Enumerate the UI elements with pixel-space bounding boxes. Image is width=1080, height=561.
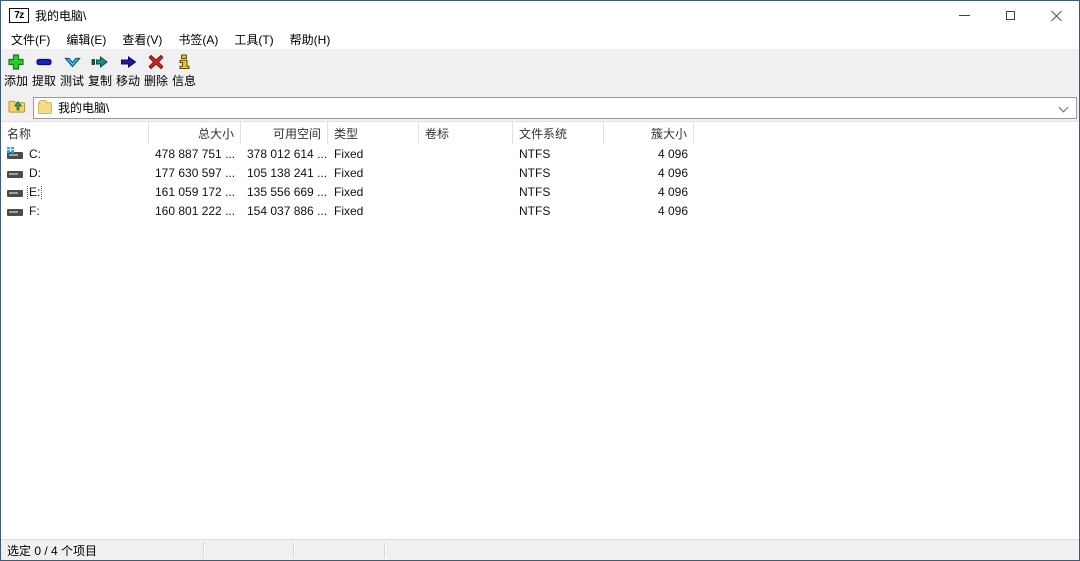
total-size-cell: 160 801 222 ... — [149, 204, 241, 218]
window-title: 我的电脑\ — [35, 7, 86, 24]
info-icon — [175, 54, 193, 70]
column-header-label[interactable]: 卷标 — [419, 122, 513, 144]
folder-up-icon — [8, 98, 26, 117]
minimize-icon — [959, 15, 970, 16]
drive-icon — [7, 204, 24, 217]
drive-label: C: — [29, 147, 41, 161]
menu-help[interactable]: 帮助(H) — [282, 29, 339, 50]
toolbar-label: 测试 — [60, 72, 84, 89]
address-combobox[interactable]: 我的电脑\ — [33, 97, 1077, 119]
menu-edit[interactable]: 编辑(E) — [58, 29, 114, 50]
statusbar-divider — [293, 542, 294, 558]
toolbar-label: 提取 — [32, 72, 56, 89]
type-cell: Fixed — [328, 147, 419, 161]
drive-label-focused: E: — [29, 185, 40, 199]
add-plus-icon — [7, 54, 25, 70]
fs-cell: NTFS — [513, 166, 604, 180]
test-button[interactable]: 测试 — [58, 54, 86, 89]
type-cell: Fixed — [328, 166, 419, 180]
maximize-button[interactable] — [987, 1, 1033, 29]
free-space-cell: 105 138 241 ... — [241, 166, 328, 180]
test-check-icon — [63, 54, 81, 70]
type-cell: Fixed — [328, 204, 419, 218]
address-bar: 我的电脑\ — [1, 94, 1079, 121]
toolbar: 添加 提取 测试 复制 移动 — [1, 49, 1079, 94]
drive-label: D: — [29, 166, 41, 180]
fs-cell: NTFS — [513, 147, 604, 161]
add-button[interactable]: 添加 — [2, 54, 30, 89]
column-header-name[interactable]: 名称 — [1, 122, 149, 144]
fs-cell: NTFS — [513, 204, 604, 218]
system-drive-icon — [7, 147, 24, 160]
move-button[interactable]: 移动 — [114, 54, 142, 89]
toolbar-label: 删除 — [144, 72, 168, 89]
table-row[interactable]: C: 478 887 751 ... 378 012 614 ... Fixed… — [1, 144, 1079, 163]
info-button[interactable]: 信息 — [170, 54, 198, 89]
cluster-cell: 4 096 — [604, 147, 694, 161]
statusbar-divider — [203, 542, 204, 558]
extract-button[interactable]: 提取 — [30, 54, 58, 89]
chevron-down-icon[interactable] — [1060, 104, 1068, 112]
address-path: 我的电脑\ — [58, 99, 109, 116]
table-row[interactable]: E: 161 059 172 ... 135 556 669 ... Fixed… — [1, 182, 1079, 201]
drive-name-cell: E: — [1, 185, 149, 199]
fs-cell: NTFS — [513, 185, 604, 199]
extract-minus-icon — [35, 54, 53, 70]
toolbar-label: 复制 — [88, 72, 112, 89]
selection-status: 选定 0 / 4 个项目 — [1, 542, 97, 559]
cluster-cell: 4 096 — [604, 166, 694, 180]
free-space-cell: 135 556 669 ... — [241, 185, 328, 199]
total-size-cell: 177 630 597 ... — [149, 166, 241, 180]
close-icon — [1051, 10, 1062, 21]
list-header: 名称 总大小 可用空间 类型 卷标 文件系统 簇大小 — [1, 122, 1079, 144]
toolbar-label: 移动 — [116, 72, 140, 89]
toolbar-label: 信息 — [172, 72, 196, 89]
minimize-button[interactable] — [941, 1, 987, 29]
file-list: 名称 总大小 可用空间 类型 卷标 文件系统 簇大小 C: 478 887 75… — [1, 121, 1079, 539]
free-space-cell: 154 037 886 ... — [241, 204, 328, 218]
menu-view[interactable]: 查看(V) — [114, 29, 170, 50]
total-size-cell: 478 887 751 ... — [149, 147, 241, 161]
move-arrow-icon — [119, 54, 137, 70]
column-header-cluster[interactable]: 簇大小 — [604, 122, 694, 144]
close-button[interactable] — [1033, 1, 1079, 29]
cluster-cell: 4 096 — [604, 204, 694, 218]
drive-name-cell: F: — [1, 204, 149, 218]
drive-icon — [7, 166, 24, 179]
folder-icon — [38, 102, 52, 114]
copy-button[interactable]: 复制 — [86, 54, 114, 89]
free-space-cell: 378 012 614 ... — [241, 147, 328, 161]
statusbar-divider — [384, 542, 385, 558]
maximize-icon — [1006, 11, 1015, 20]
table-row[interactable]: D: 177 630 597 ... 105 138 241 ... Fixed… — [1, 163, 1079, 182]
menu-tools[interactable]: 工具(T) — [226, 29, 281, 50]
menu-bar: 文件(F) 编辑(E) 查看(V) 书签(A) 工具(T) 帮助(H) — [1, 29, 1079, 49]
delete-button[interactable]: 删除 — [142, 54, 170, 89]
drive-name-cell: D: — [1, 166, 149, 180]
column-header-type[interactable]: 类型 — [328, 122, 419, 144]
toolbar-label: 添加 — [4, 72, 28, 89]
menu-bookmarks[interactable]: 书签(A) — [170, 29, 226, 50]
column-header-free[interactable]: 可用空间 — [241, 122, 328, 144]
delete-x-icon — [147, 54, 165, 70]
up-level-button[interactable] — [4, 96, 30, 120]
7zip-window: 7z 我的电脑\ 文件(F) 编辑(E) 查看(V) 书签(A) 工具(T) 帮… — [0, 0, 1080, 561]
column-header-total[interactable]: 总大小 — [149, 122, 241, 144]
drive-name-cell: C: — [1, 147, 149, 161]
table-row[interactable]: F: 160 801 222 ... 154 037 886 ... Fixed… — [1, 201, 1079, 220]
cluster-cell: 4 096 — [604, 185, 694, 199]
app-icon: 7z — [9, 8, 29, 23]
copy-arrow-icon — [91, 54, 109, 70]
column-header-fs[interactable]: 文件系统 — [513, 122, 604, 144]
drive-label: F: — [29, 204, 40, 218]
status-bar: 选定 0 / 4 个项目 — [1, 539, 1079, 560]
drive-icon — [7, 185, 24, 198]
total-size-cell: 161 059 172 ... — [149, 185, 241, 199]
caption-buttons — [941, 1, 1079, 29]
menu-file[interactable]: 文件(F) — [3, 29, 58, 50]
type-cell: Fixed — [328, 185, 419, 199]
title-bar: 7z 我的电脑\ — [1, 1, 1079, 29]
